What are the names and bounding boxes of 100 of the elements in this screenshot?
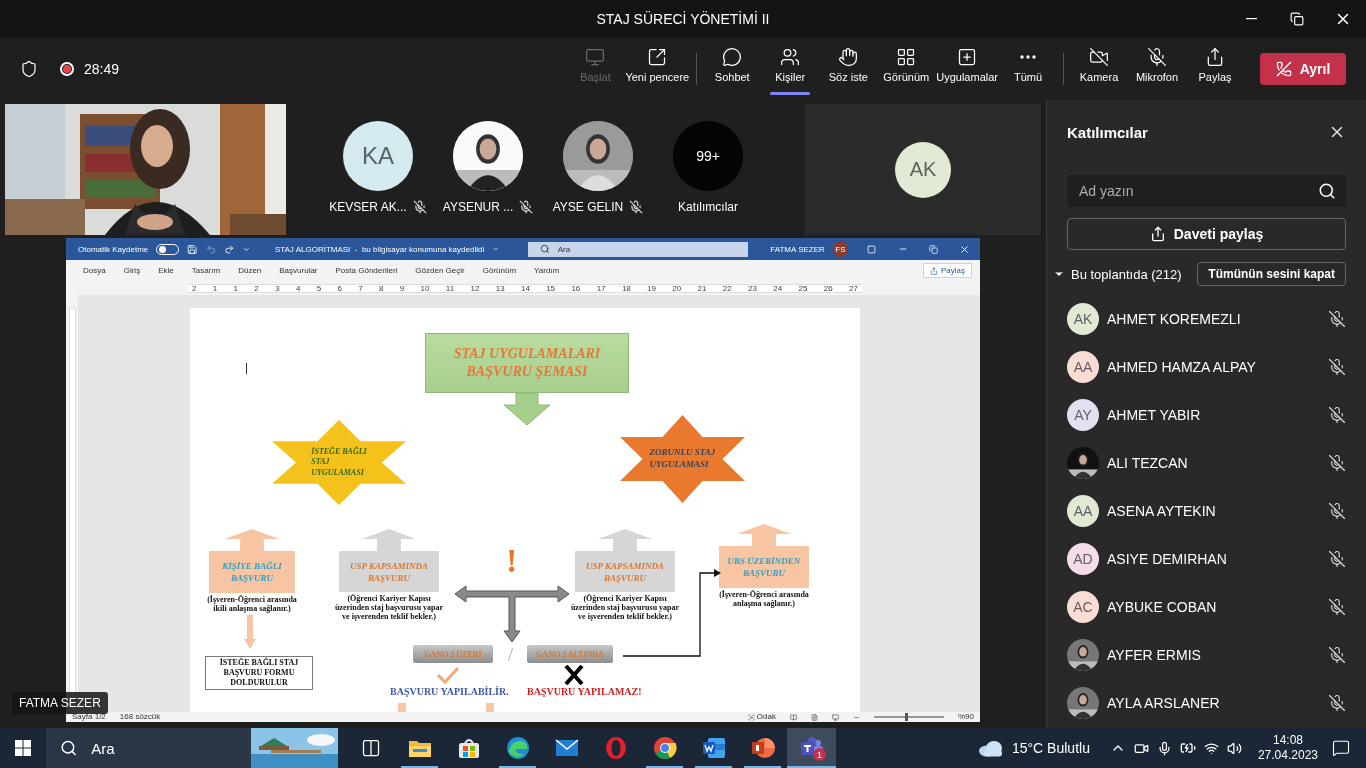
restore-icon [1290,12,1304,26]
zoom-thumb[interactable] [905,713,909,721]
share-icon [1205,47,1225,67]
menu-tab[interactable]: Tasarım [182,266,230,275]
avatar: KA [343,121,413,191]
up-arrow [737,524,791,546]
ruler-number: 16 [571,283,581,293]
avatar: AA [1067,351,1099,383]
weather-text: 15°C Bulutlu [1011,740,1090,756]
menu-tab[interactable]: Dosya [74,266,115,275]
menu-tab[interactable]: Giriş [114,266,150,275]
print-layout-icon [811,713,818,721]
participant-name: AYFER ERMIS [1107,647,1202,663]
ruler-number: 5 [316,283,322,293]
ruler-number: 2 [254,283,259,293]
share-button[interactable]: Paylaş [923,263,972,278]
toolbar-button[interactable]: Söz iste [820,41,877,97]
ribbon-icon [867,244,876,254]
word-count: 168 sözcük [119,712,161,722]
toolbar-button[interactable]: Mikrofon [1129,41,1185,97]
up-arrow [362,529,416,551]
participant-name: AYLA ARSLANER [1107,695,1221,711]
star-label: ZORUNLU STAJ UYGULAMASI [649,447,716,471]
leave-button[interactable]: Ayrıl [1260,53,1346,85]
ruler-number: 6 [337,283,342,293]
ruler-number: 2 [192,283,197,293]
search-field[interactable]: Ara [527,241,749,257]
zoom-reading: %90 [958,712,974,722]
menu-tab[interactable]: Görünüm [473,266,526,275]
note-text: (İşveren-Öğrenci arasında anlaşma sağlanır.) [718,590,810,608]
cloud-icon [977,739,1004,757]
menu-tab[interactable]: Gözden Geçir [406,266,474,275]
ruler-number: 14 [520,283,530,293]
more-icon [1020,55,1036,59]
participant-name: AHMET KOREMEZLI [1107,311,1242,327]
flowchart-node: İSTEĞE BAĞLI STAJ BAŞVURU FORMU DOLDURULUR [205,656,313,690]
menu-tab[interactable]: Düzen [229,266,271,275]
toolbar-button[interactable]: Yeni pencere [625,41,690,97]
outcome-text: BAŞVURU YAPILABİLİR. [390,686,509,697]
envelope-icon [554,739,579,757]
ruler-number: 20 [672,283,682,293]
volume-icon [1226,740,1242,756]
toolbar-button[interactable]: Uygulamalar [936,41,998,97]
ruler-number: 12 [470,283,480,293]
flowchart-node: KİŞİYE BAĞLI BAŞVURU [209,551,295,593]
menu-tab[interactable]: Posta Gönderileri [326,266,407,275]
web-layout-icon [832,713,839,721]
search-field[interactable]: Ad yazın [1067,175,1346,207]
ring-logo-icon [603,736,628,760]
presenter-name: FATMA SEZER [12,692,108,714]
ruler-number: 3 [275,283,280,293]
flowchart-node: STAJ UYGULAMALARI BAŞVURU ŞEMASI [425,333,629,393]
pop-out-icon [647,47,668,67]
ruler-number: 27 [849,283,858,293]
shopping-bag-icon [457,737,480,759]
clock-date: 27.04.2023 [1257,748,1318,763]
search-input[interactable]: Ara [89,738,240,758]
mute-all-button[interactable]: Tümünün sesini kapat [1197,262,1346,286]
section-toggle[interactable]: Bu toplantıda (212) [1053,266,1182,282]
toolbar-button[interactable]: Kişiler [762,41,819,97]
toolbar-button[interactable]: Kamera [1071,41,1127,97]
up-arrow [598,529,652,551]
ruler-number: 21 [697,283,707,293]
search-icon [539,244,550,254]
camera-off-icon [1089,47,1109,67]
ruler-number: 1 [212,283,218,293]
menu-tab[interactable]: Ekle [149,266,183,275]
taskbar-search[interactable]: Ara [46,728,338,768]
exclamation-mark: ! [506,544,518,578]
ruler-number: 18 [621,283,631,293]
invite-button[interactable]: Daveti paylaş [1067,218,1346,250]
ruler-number: 7 [358,283,363,293]
wave-logo-icon [505,736,530,760]
clock-time: 14:08 [1272,733,1303,748]
participant-name: AHMET YABIR [1107,407,1202,423]
menu-tab[interactable]: Yardım [525,266,569,275]
monitor-icon [585,47,606,67]
focus-label: Odak [756,712,776,722]
slash-separator: / [508,646,513,664]
restore-icon [929,244,938,254]
caret-icon [492,245,500,253]
wifi-icon [1203,740,1219,756]
note-text: (Öğrenci Kariyer Kapısı üzerinden staj başvurusu yapar ve işverenden teklif bekler.) [333,594,445,621]
document-title: STAJ ALGORİTMASI - bu bilgisayar konumuna kaydedildi [274,244,485,254]
window-title: STAJ SÜRECİ YÖNETİMİ II [596,11,770,27]
note-text: (İşveren-Öğrenci arasında ikili anlaşma sağlanır.) [206,595,298,613]
share-icon [1149,226,1166,242]
menu-tab[interactable]: Başvurular [270,266,327,275]
battery-icon [1179,740,1196,756]
toolbar-button[interactable]: Paylaş [1187,41,1243,97]
text-cursor [246,363,247,374]
down-arrow [244,615,256,649]
search-icon [1318,182,1336,200]
taskbar-button[interactable]: 1 [787,728,836,768]
presentation-app-icon [750,736,775,760]
undo-icon [205,243,216,255]
toolbar-button[interactable]: Tümü [1000,41,1056,97]
toolbar-button[interactable]: Sohbet [704,41,761,97]
search-input[interactable]: Ad yazın [1077,182,1318,200]
toolbar-button[interactable]: Görünüm [878,41,935,97]
